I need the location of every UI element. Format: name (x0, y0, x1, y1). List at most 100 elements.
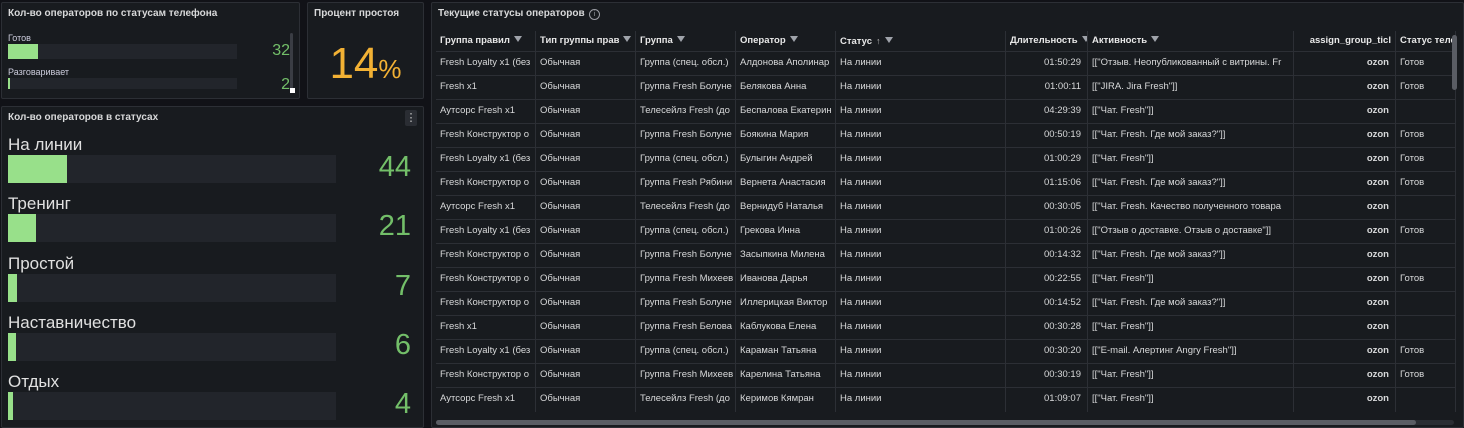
cell-rule-group-type: Обычная (536, 76, 636, 100)
cell-assign-group: ozon (1294, 52, 1396, 76)
cell-operator: Булыгин Андрей (736, 148, 836, 172)
column-header-label: Оператор (740, 35, 786, 46)
cell-status: На линии (836, 268, 1006, 292)
cell-group: Группа Fresh Белова (636, 316, 736, 340)
cell-operator: Иллерицкая Виктор (736, 292, 836, 316)
filter-icon[interactable] (676, 36, 685, 43)
cell-assign-group: ozon (1294, 388, 1396, 412)
column-header-assign-group[interactable]: assign_group_ticl (1294, 31, 1396, 51)
cell-rule-group-type: Обычная (536, 196, 636, 220)
cell-status: На линии (836, 388, 1006, 412)
table-row[interactable]: Аутсорс Fresh x1 Обычная Телесейлз Fresh (… (436, 99, 1456, 124)
cell-phone-status (1396, 244, 1456, 268)
status-count: 21 (378, 210, 411, 242)
info-icon[interactable]: i (589, 9, 600, 20)
sort-asc-icon[interactable]: ↑ (876, 31, 881, 51)
table-row[interactable]: Fresh Loyalty x1 (без Обычная Группа (спец… (436, 219, 1456, 244)
cell-operator: Вернидуб Наталья (736, 196, 836, 220)
bar-value-talking: 2 (281, 76, 290, 90)
table-row[interactable]: Fresh Конструктор о Обычная Группа Fresh М… (436, 363, 1456, 388)
column-header-status[interactable]: Статус ↑ (836, 31, 1006, 51)
cell-assign-group: ozon (1294, 268, 1396, 292)
column-header-phone-status[interactable]: Статус теле (1396, 31, 1456, 51)
table-row[interactable]: Fresh x1 Обычная Группа Fresh Белова Каблук… (436, 315, 1456, 340)
table-row[interactable]: Fresh x1 Обычная Группа Fresh Болуне Беляко… (436, 75, 1456, 100)
cell-duration: 00:50:19 (1006, 124, 1088, 148)
status-bar-fill (8, 333, 16, 361)
cell-activity: [["Чат. Fresh. Где мой заказ?"]] (1088, 292, 1294, 316)
cell-rule-group-type: Обычная (536, 148, 636, 172)
cell-rule-group-type: Обычная (536, 268, 636, 292)
panel-menu-button[interactable]: ⋮ (405, 110, 417, 126)
table-row[interactable]: Fresh Конструктор о Обычная Группа Fresh Б… (436, 243, 1456, 268)
status-bar-track (8, 392, 336, 420)
cell-rule-group: Fresh Конструктор о (436, 364, 536, 388)
cell-operator: Вернета Анастасия (736, 172, 836, 196)
filter-icon[interactable] (789, 36, 798, 43)
column-header-rule-group-type[interactable]: Тип группы прав (536, 31, 636, 51)
table-horizontal-scrollbar[interactable] (436, 420, 1454, 425)
cell-group: Группа (спец. обсл.) (636, 148, 736, 172)
filter-icon[interactable] (884, 37, 893, 44)
cell-activity: [["Чат. Fresh. Где мой заказ?"]] (1088, 172, 1294, 196)
cell-phone-status: Готов (1396, 76, 1456, 100)
cell-phone-status (1396, 388, 1456, 412)
column-header-activity[interactable]: Активность (1088, 31, 1294, 51)
filter-icon[interactable] (623, 36, 632, 43)
table-row[interactable]: Fresh Конструктор о Обычная Группа Fresh Б… (436, 291, 1456, 316)
cell-phone-status (1396, 292, 1456, 316)
column-header-operator[interactable]: Оператор (736, 31, 836, 51)
table-vertical-scrollbar[interactable] (1452, 35, 1457, 90)
cell-status: На линии (836, 316, 1006, 340)
cell-operator: Белякова Анна (736, 76, 836, 100)
idle-percent-stat: 14% (308, 39, 423, 89)
cell-rule-group-type: Обычная (536, 100, 636, 124)
cell-duration: 00:30:20 (1006, 340, 1088, 364)
status-label: Наставничество (8, 313, 137, 332)
filter-icon[interactable] (513, 36, 522, 43)
cell-duration: 00:22:55 (1006, 268, 1088, 292)
cell-assign-group: ozon (1294, 148, 1396, 172)
table-row[interactable]: Fresh Конструктор о Обычная Группа Fresh Р… (436, 171, 1456, 196)
cell-operator: Боякина Мария (736, 124, 836, 148)
idle-percent-unit: % (378, 54, 402, 84)
cell-rule-group: Fresh Loyalty x1 (без (436, 340, 536, 364)
cell-phone-status (1396, 196, 1456, 220)
cell-activity: [["E-mail. Алертинг Angry Fresh"]] (1088, 340, 1294, 364)
column-header-group[interactable]: Группа (636, 31, 736, 51)
phone-status-panel: Кол-во операторов по статусам телефона Г… (1, 2, 300, 99)
column-header-rule-group[interactable]: Группа правил (436, 31, 536, 51)
cell-activity: [["Отзыв о доставке. Отзыв о доставке"]] (1088, 220, 1294, 244)
cell-duration: 01:50:29 (1006, 52, 1088, 76)
cell-phone-status: Готов (1396, 268, 1456, 292)
table-row[interactable]: Аутсорс Fresh x1 Обычная Телесейлз Fresh (… (436, 387, 1456, 412)
cell-phone-status: Готов (1396, 340, 1456, 364)
status-bar-fill (8, 274, 18, 302)
cell-group: Группа Fresh Болуне (636, 244, 736, 268)
bar-value-ready: 32 (272, 42, 290, 59)
table-row[interactable]: Fresh Loyalty x1 (без Обычная Группа (спец… (436, 339, 1456, 364)
cell-rule-group-type: Обычная (536, 340, 636, 364)
panel-scrollbar[interactable] (290, 33, 293, 91)
bar-track-ready (8, 44, 237, 59)
table-row[interactable]: Fresh Loyalty x1 (без Обычная Группа (спец… (436, 147, 1456, 172)
table-row[interactable]: Fresh Loyalty x1 (без Обычная Группа (спец… (436, 51, 1456, 76)
cell-group: Группа Fresh Болуне (636, 292, 736, 316)
cell-activity: [["Отзыв. Неопубликованный с витрины. Fr (1088, 52, 1294, 76)
table-row[interactable]: Аутсорс Fresh x1 Обычная Телесейлз Fresh (… (436, 195, 1456, 220)
cell-rule-group-type: Обычная (536, 316, 636, 340)
scrollbar-thumb[interactable] (436, 420, 1416, 425)
cell-rule-group-type: Обычная (536, 172, 636, 196)
column-header-label: Тип группы прав (540, 35, 620, 46)
column-header-duration[interactable]: Длительность (1006, 31, 1088, 51)
resize-handle[interactable] (290, 88, 295, 93)
cell-rule-group: Fresh Конструктор о (436, 124, 536, 148)
cell-status: На линии (836, 244, 1006, 268)
status-bar-track (8, 333, 336, 361)
cell-assign-group: ozon (1294, 316, 1396, 340)
table-row[interactable]: Fresh Конструктор о Обычная Группа Fresh Б… (436, 123, 1456, 148)
cell-rule-group-type: Обычная (536, 244, 636, 268)
filter-icon[interactable] (1151, 36, 1160, 43)
cell-duration: 00:30:05 (1006, 196, 1088, 220)
table-row[interactable]: Fresh Конструктор о Обычная Группа Fresh М… (436, 267, 1456, 292)
